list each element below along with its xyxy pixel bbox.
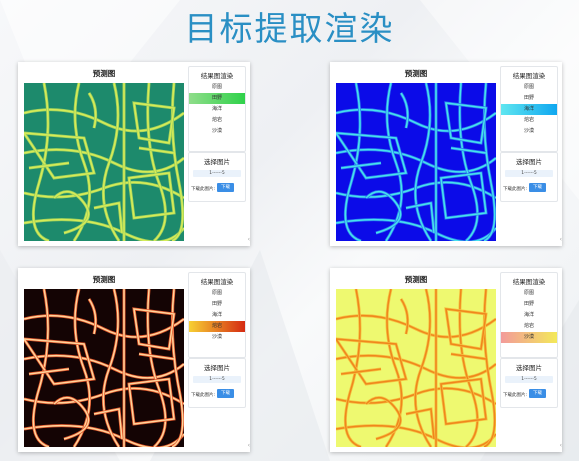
render-options: 原图 田野 海洋 熔岩 沙漠 bbox=[189, 288, 245, 343]
render-option[interactable]: 熔岩 bbox=[501, 115, 557, 126]
render-option[interactable]: 沙漠 bbox=[189, 126, 245, 137]
prediction-map bbox=[336, 289, 496, 447]
render-box: 结果图渲染 原图 田野 海洋 熔岩 沙漠 bbox=[500, 66, 558, 152]
render-option[interactable]: 沙漠 bbox=[501, 332, 557, 343]
render-option[interactable]: 原图 bbox=[501, 82, 557, 93]
chevron-icon[interactable]: ‹ bbox=[248, 236, 250, 243]
render-box: 结果图渲染 原图 田野 海洋 熔岩 沙漠 bbox=[188, 66, 246, 152]
image-range-slider[interactable]: 1------5 bbox=[505, 376, 553, 383]
download-button[interactable]: 下载 bbox=[217, 389, 234, 398]
panel-lava: 预测图 结果图渲染 原图 田野 海洋 熔岩 沙漠 选择图片 1------5 下载此图片… bbox=[18, 268, 250, 452]
render-option[interactable]: 田野 bbox=[189, 299, 245, 310]
render-option[interactable]: 沙漠 bbox=[501, 126, 557, 137]
render-option[interactable]: 田野 bbox=[501, 299, 557, 310]
select-box: 选择图片 1------5 下载此图片: 下载 bbox=[500, 358, 558, 408]
select-title: 选择图片 bbox=[204, 364, 230, 372]
image-range-slider[interactable]: 1------5 bbox=[505, 170, 553, 177]
chevron-icon[interactable]: ‹ bbox=[560, 236, 562, 243]
select-title: 选择图片 bbox=[204, 158, 230, 166]
select-box: 选择图片 1------5 下载此图片: 下载 bbox=[188, 358, 246, 408]
render-options: 原图 田野 海洋 熔岩 沙漠 bbox=[501, 82, 557, 137]
image-range-slider[interactable]: 1------5 bbox=[193, 376, 241, 383]
render-title: 结果图渲染 bbox=[512, 278, 546, 286]
prediction-map bbox=[24, 289, 184, 447]
download-label: 下载此图片: bbox=[503, 393, 528, 398]
image-range-slider[interactable]: 1------5 bbox=[193, 170, 241, 177]
render-options: 原图 田野 海洋 熔岩 沙漠 bbox=[501, 288, 557, 343]
render-option[interactable]: 熔岩 bbox=[189, 321, 245, 332]
render-option[interactable]: 熔岩 bbox=[189, 115, 245, 126]
chevron-icon[interactable]: ‹ bbox=[560, 442, 562, 449]
slide-title: 目标提取渲染 bbox=[184, 9, 395, 48]
render-option[interactable]: 海洋 bbox=[189, 104, 245, 115]
download-label: 下载此图片: bbox=[191, 187, 216, 192]
render-option[interactable]: 田野 bbox=[501, 93, 557, 104]
render-title: 结果图渲染 bbox=[512, 72, 546, 80]
prediction-map bbox=[336, 83, 496, 241]
render-option[interactable]: 沙漠 bbox=[189, 332, 245, 343]
download-button[interactable]: 下载 bbox=[529, 389, 546, 398]
prediction-map bbox=[24, 83, 184, 241]
download-label: 下载此图片: bbox=[503, 187, 528, 192]
render-option[interactable]: 海洋 bbox=[501, 104, 557, 115]
select-box: 选择图片 1------5 下载此图片: 下载 bbox=[188, 152, 246, 202]
prediction-title: 预测图 bbox=[92, 69, 116, 78]
panel-desert: 预测图 结果图渲染 原图 田野 海洋 熔岩 沙漠 选择图片 1------5 下载此图片… bbox=[330, 268, 562, 452]
render-option[interactable]: 原图 bbox=[501, 288, 557, 299]
download-button[interactable]: 下载 bbox=[529, 183, 546, 192]
control-sidebar: 结果图渲染 原图 田野 海洋 熔岩 沙漠 选择图片 1------5 下载此图片: 下载… bbox=[500, 66, 562, 243]
render-option[interactable]: 熔岩 bbox=[501, 321, 557, 332]
select-title: 选择图片 bbox=[516, 158, 542, 166]
select-title: 选择图片 bbox=[516, 364, 542, 372]
render-box: 结果图渲染 原图 田野 海洋 熔岩 沙漠 bbox=[500, 272, 558, 358]
render-option[interactable]: 原图 bbox=[189, 288, 245, 299]
render-option[interactable]: 原图 bbox=[189, 82, 245, 93]
prediction-title: 预测图 bbox=[404, 69, 428, 78]
render-title: 结果图渲染 bbox=[200, 278, 234, 286]
render-title: 结果图渲染 bbox=[200, 72, 234, 80]
panel-field: 预测图 结果图渲染 原图 田野 海洋 熔岩 沙漠 选择图片 1------5 下载此图片… bbox=[18, 62, 250, 246]
prediction-title: 预测图 bbox=[404, 275, 428, 284]
download-button[interactable]: 下载 bbox=[217, 183, 234, 192]
render-box: 结果图渲染 原图 田野 海洋 熔岩 沙漠 bbox=[188, 272, 246, 358]
prediction-title: 预测图 bbox=[92, 275, 116, 284]
select-box: 选择图片 1------5 下载此图片: 下载 bbox=[500, 152, 558, 202]
render-options: 原图 田野 海洋 熔岩 沙漠 bbox=[189, 82, 245, 137]
render-option[interactable]: 海洋 bbox=[189, 310, 245, 321]
control-sidebar: 结果图渲染 原图 田野 海洋 熔岩 沙漠 选择图片 1------5 下载此图片: 下载… bbox=[188, 272, 250, 449]
render-option[interactable]: 海洋 bbox=[501, 310, 557, 321]
control-sidebar: 结果图渲染 原图 田野 海洋 熔岩 沙漠 选择图片 1------5 下载此图片: 下载… bbox=[500, 272, 562, 449]
panel-ocean: 预测图 结果图渲染 原图 田野 海洋 熔岩 沙漠 选择图片 1------5 下载此图片… bbox=[330, 62, 562, 246]
render-option[interactable]: 田野 bbox=[189, 93, 245, 104]
chevron-icon[interactable]: ‹ bbox=[248, 442, 250, 449]
download-label: 下载此图片: bbox=[191, 393, 216, 398]
control-sidebar: 结果图渲染 原图 田野 海洋 熔岩 沙漠 选择图片 1------5 下载此图片: 下载… bbox=[188, 66, 250, 243]
